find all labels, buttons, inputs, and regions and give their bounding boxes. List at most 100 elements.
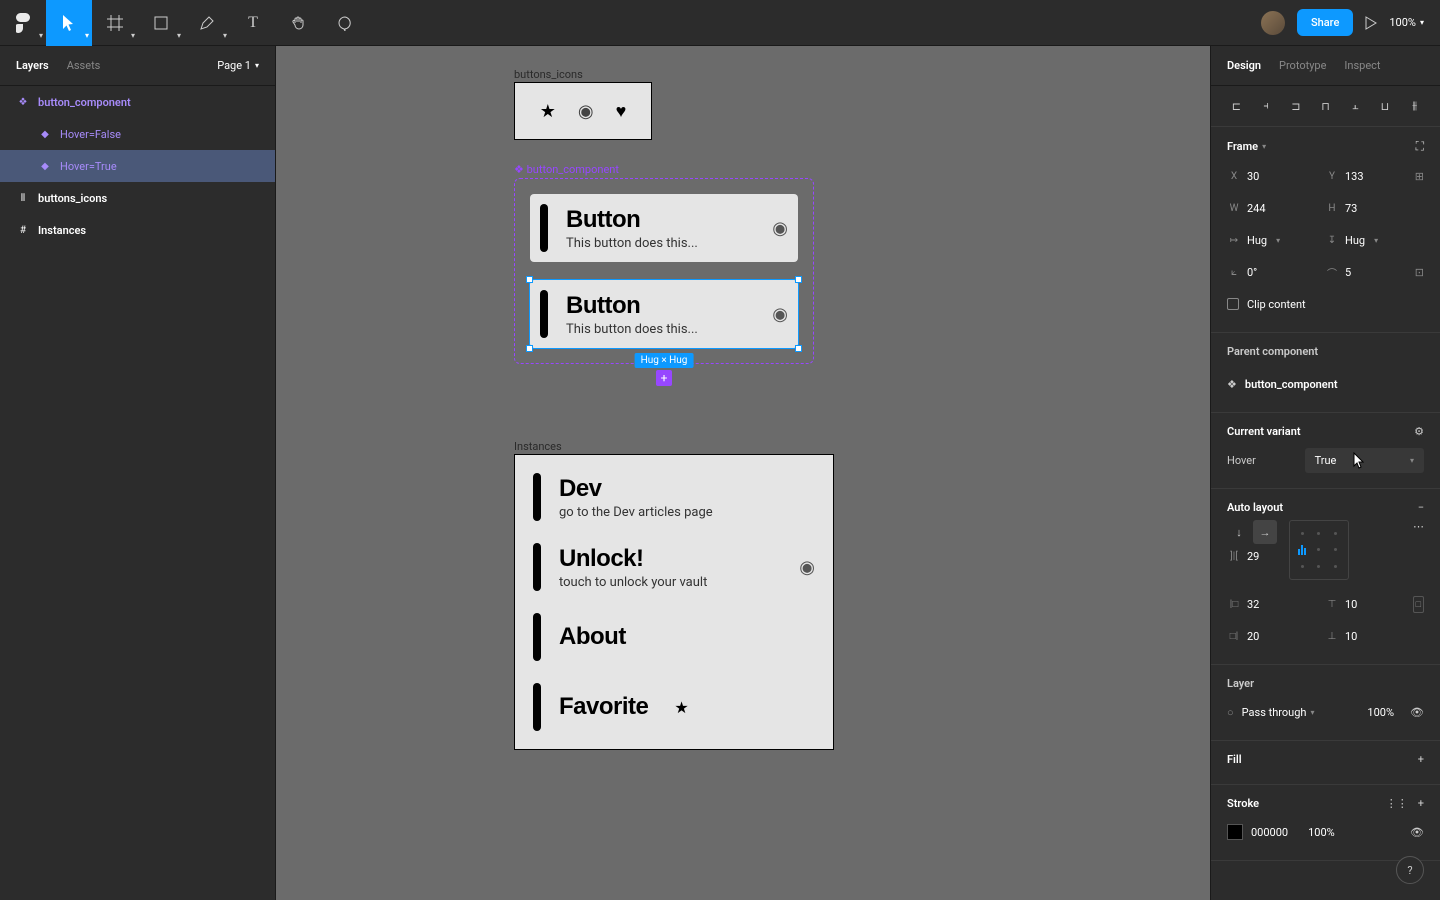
padding-left-input[interactable]: 32	[1247, 598, 1259, 611]
visibility-toggle[interactable]: 👁	[1410, 826, 1424, 839]
align-right-button[interactable]: ⊐	[1282, 94, 1309, 118]
frame-type-dropdown[interactable]: Frame ▾	[1227, 140, 1266, 153]
add-fill-button[interactable]: +	[1418, 753, 1424, 766]
component-label[interactable]: ❖ button_component	[514, 163, 619, 176]
instance-row[interactable]: About	[533, 613, 815, 661]
variant-icon: ◆	[38, 159, 52, 173]
layer-row-frame[interactable]: ⫴ buttons_icons	[0, 182, 275, 214]
shape-tool-button[interactable]: ▾	[138, 0, 184, 46]
variant-section: Current variant ⚙ Hover True ▾	[1211, 413, 1440, 489]
blend-icon: ○	[1227, 706, 1234, 719]
vresize-dropdown[interactable]: ↧Hug▾	[1325, 234, 1378, 247]
variant-value-dropdown[interactable]: True ▾	[1305, 448, 1424, 473]
rotation-input[interactable]: 0°	[1247, 266, 1257, 279]
h-input[interactable]: 73	[1345, 202, 1357, 215]
prototype-tab[interactable]: Prototype	[1279, 59, 1326, 72]
align-top-button[interactable]: ⊓	[1312, 94, 1339, 118]
opacity-input[interactable]: 100%	[1367, 706, 1394, 719]
pen-tool-button[interactable]: ▾	[184, 0, 230, 46]
independent-corners-button[interactable]: ⊡	[1415, 266, 1424, 279]
distribute-button[interactable]: ⫵	[1401, 94, 1428, 118]
button-variant-true-selected[interactable]: Button This button does this... ◉ Hug × …	[530, 280, 798, 348]
align-left-button[interactable]: ⊏	[1223, 94, 1250, 118]
layer-row-variant[interactable]: ◆ Hover=False	[0, 118, 275, 150]
variant-settings-button[interactable]: ⚙	[1414, 425, 1424, 438]
instance-row[interactable]: Devgo to the Dev articles page	[533, 473, 815, 521]
frame-label[interactable]: Instances	[514, 440, 562, 453]
y-input[interactable]: 133	[1345, 170, 1364, 183]
comment-tool-button[interactable]	[322, 0, 368, 46]
instance-row[interactable]: Favorite ★	[533, 683, 815, 731]
canvas-component-frame[interactable]: Button This button does this... ◉ Button…	[514, 178, 814, 364]
figma-menu-button[interactable]: ▾	[0, 0, 46, 46]
selection-handle[interactable]	[526, 345, 533, 352]
pad-bottom-icon: ⊥	[1325, 631, 1339, 642]
instance-subtitle: go to the Dev articles page	[559, 505, 713, 520]
padding-right-input[interactable]: 20	[1247, 630, 1259, 643]
layer-row-frame[interactable]: # Instances	[0, 214, 275, 246]
padding-top-input[interactable]: 10	[1345, 598, 1357, 611]
x-input[interactable]: 30	[1247, 170, 1259, 183]
selection-handle[interactable]	[795, 276, 802, 283]
spacing-input[interactable]: 29	[1247, 550, 1259, 563]
frame-icon	[107, 15, 123, 31]
stroke-color-swatch[interactable]	[1227, 824, 1243, 840]
alignment-grid[interactable]	[1289, 520, 1349, 580]
autolayout-settings-button[interactable]: ⋯	[1413, 520, 1424, 533]
blend-mode-dropdown[interactable]: Pass through ▾	[1242, 706, 1315, 719]
direction-vertical-button[interactable]: ↓	[1227, 520, 1251, 544]
present-button[interactable]	[1365, 16, 1377, 30]
chevron-down-icon: ▾	[255, 61, 259, 70]
zoom-dropdown[interactable]: 100% ▾	[1389, 16, 1424, 29]
instance-row[interactable]: Unlock!touch to unlock your vault ◉	[533, 543, 815, 591]
selection-handle[interactable]	[795, 345, 802, 352]
label-text: button_component	[527, 163, 619, 176]
chevron-down-icon: ▾	[1310, 708, 1314, 717]
mouse-cursor-icon	[1353, 452, 1367, 470]
stroke-opacity-input[interactable]: 100%	[1308, 826, 1335, 839]
layers-tab[interactable]: Layers	[16, 59, 49, 72]
add-stroke-button[interactable]: +	[1418, 797, 1424, 810]
remove-autolayout-button[interactable]: −	[1418, 501, 1424, 514]
padding-bottom-input[interactable]: 10	[1345, 630, 1357, 643]
layer-row-variant-selected[interactable]: ◆ Hover=True	[0, 150, 275, 182]
add-variant-button[interactable]: +	[656, 370, 672, 386]
help-button[interactable]: ?	[1396, 856, 1424, 884]
independent-padding-button[interactable]: □	[1413, 596, 1424, 613]
absolute-position-button[interactable]: ⊞	[1415, 170, 1424, 183]
align-bottom-button[interactable]: ⊔	[1372, 94, 1399, 118]
button-variant-false[interactable]: Button This button does this... ◉	[530, 194, 798, 262]
design-tab[interactable]: Design	[1227, 59, 1261, 72]
move-tool-button[interactable]: ▾	[46, 0, 92, 46]
visibility-toggle[interactable]: 👁	[1410, 706, 1424, 719]
align-vcenter-button[interactable]: ⫠	[1342, 94, 1369, 118]
goto-parent-button[interactable]: ❖ button_component	[1227, 368, 1424, 400]
selection-handle[interactable]	[526, 276, 533, 283]
stroke-color-input[interactable]: 000000	[1251, 826, 1288, 839]
stroke-style-button[interactable]: ⋮⋮	[1386, 797, 1408, 810]
assets-tab[interactable]: Assets	[67, 59, 101, 72]
canvas-frame-icons[interactable]: ★ ◉ ♥	[514, 82, 652, 140]
size-badge: Hug × Hug	[635, 353, 694, 368]
hand-tool-button[interactable]	[276, 0, 322, 46]
radius-input[interactable]: 5	[1345, 266, 1351, 279]
w-input[interactable]: 244	[1247, 202, 1266, 215]
text-tool-button[interactable]: T	[230, 0, 276, 46]
play-icon	[1365, 16, 1377, 30]
resize-to-fit-button[interactable]: ⛶	[1416, 139, 1424, 154]
canvas[interactable]: buttons_icons ★ ◉ ♥ ❖ button_component B…	[276, 46, 1210, 900]
hresize-dropdown[interactable]: ↦Hug▾	[1227, 234, 1317, 247]
user-avatar[interactable]	[1261, 11, 1285, 35]
share-button[interactable]: Share	[1297, 9, 1353, 36]
layer-row-component[interactable]: ❖ button_component	[0, 86, 275, 118]
align-hcenter-button[interactable]: ⫞	[1253, 94, 1280, 118]
frame-label[interactable]: buttons_icons	[514, 68, 583, 81]
canvas-instances-frame[interactable]: Devgo to the Dev articles page Unlock!to…	[514, 454, 834, 750]
star-icon: ★	[674, 698, 688, 717]
page-selector[interactable]: Page 1 ▾	[217, 59, 259, 72]
direction-horizontal-button[interactable]: →	[1253, 520, 1277, 544]
variant-value: True	[1315, 454, 1337, 467]
frame-tool-button[interactable]: ▾	[92, 0, 138, 46]
clip-content-checkbox[interactable]: Clip content	[1227, 288, 1424, 320]
inspect-tab[interactable]: Inspect	[1344, 59, 1380, 72]
